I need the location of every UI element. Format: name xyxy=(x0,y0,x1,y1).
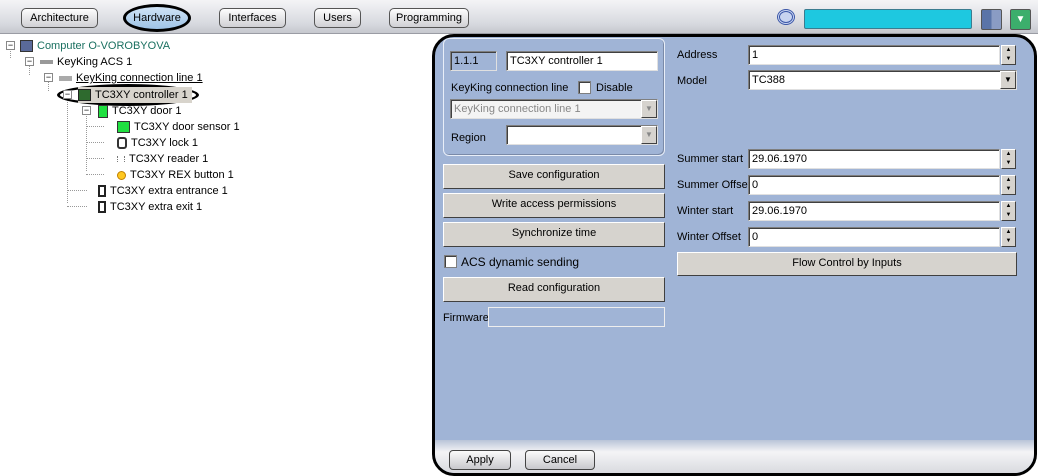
model-select[interactable]: TC388 ▼ xyxy=(748,70,1017,90)
winter-offset-input[interactable]: 0 xyxy=(748,227,1000,247)
tree-node-reader[interactable]: TC3XY reader 1 xyxy=(117,151,208,167)
firmware-field xyxy=(488,307,665,327)
address-input[interactable]: 1 xyxy=(748,45,1000,65)
connection-line-icon xyxy=(59,75,72,81)
top-toolbar: Architecture Hardware Interfaces Users P… xyxy=(0,0,1038,34)
chevron-down-icon[interactable]: ▼ xyxy=(641,100,657,118)
tree-node-lock[interactable]: TC3XY lock 1 xyxy=(117,135,198,151)
tab-hardware[interactable]: Hardware xyxy=(123,4,191,32)
cancel-button[interactable]: Cancel xyxy=(525,450,595,470)
exit-icon xyxy=(98,201,106,214)
connection-line-label: KeyKing connection line xyxy=(451,82,569,94)
acs-dynamic-sending-checkbox[interactable] xyxy=(444,255,457,268)
acs-dynamic-sending-label: ACS dynamic sending xyxy=(461,255,580,269)
tree-node-rex-button[interactable]: TC3XY REX button 1 xyxy=(117,167,234,183)
door-sensor-icon xyxy=(117,121,130,134)
tab-interfaces[interactable]: Interfaces xyxy=(219,8,286,28)
tree-node-door[interactable]: TC3XY door 1 xyxy=(98,103,182,119)
tree-node-extra-entrance[interactable]: TC3XY extra entrance 1 xyxy=(98,183,228,199)
connection-line-select[interactable]: KeyKing connection line 1 ▼ xyxy=(450,99,658,119)
summer-start-input[interactable]: 29.06.1970 xyxy=(748,149,1000,169)
status-bar xyxy=(804,9,972,29)
bottom-bar: Apply Cancel xyxy=(435,440,1034,473)
door-icon xyxy=(98,104,108,118)
tab-programming[interactable]: Programming xyxy=(389,8,469,28)
tree-node-door-sensor[interactable]: TC3XY door sensor 1 xyxy=(117,119,240,135)
chevron-down-icon[interactable]: ▼ xyxy=(1000,71,1016,89)
object-name-field[interactable]: TC3XY controller 1 xyxy=(506,51,658,71)
read-configuration-button[interactable]: Read configuration xyxy=(443,277,665,302)
lock-icon xyxy=(117,137,127,150)
grid-layout-icon[interactable] xyxy=(981,9,1002,30)
disable-label: Disable xyxy=(596,82,633,94)
disable-checkbox[interactable] xyxy=(578,81,591,94)
summer-offset-spinner[interactable]: ▲ ▼ xyxy=(1001,175,1016,195)
reader-icon xyxy=(117,156,125,163)
model-label: Model xyxy=(677,75,707,87)
winter-offset-spinner[interactable]: ▲ ▼ xyxy=(1001,227,1016,247)
winter-offset-label: Winter Offset xyxy=(677,231,741,243)
tab-users[interactable]: Users xyxy=(314,8,361,28)
region-select[interactable]: ▼ xyxy=(506,125,658,145)
region-label: Region xyxy=(451,132,486,144)
chevron-down-icon[interactable]: ▼ xyxy=(641,126,657,144)
entrance-icon xyxy=(98,185,106,198)
spiral-logo-icon xyxy=(777,9,795,25)
winter-start-label: Winter start xyxy=(677,205,734,217)
tree-node-extra-exit[interactable]: TC3XY extra exit 1 xyxy=(98,199,202,215)
summer-offset-input[interactable]: 0 xyxy=(748,175,1000,195)
tree-node-acs[interactable]: KeyKing ACS 1 xyxy=(40,54,132,70)
winter-start-spinner[interactable]: ▲ ▼ xyxy=(1001,201,1016,221)
summer-start-spinner[interactable]: ▲ ▼ xyxy=(1001,149,1016,169)
firmware-label: Firmware xyxy=(443,312,489,324)
tree-node-computer[interactable]: Computer O-VOROBYOVA xyxy=(20,38,170,54)
controller-icon xyxy=(78,89,91,102)
hardware-tree: − Computer O-VOROBYOVA − KeyKing ACS 1 −… xyxy=(0,35,432,476)
tab-architecture[interactable]: Architecture xyxy=(21,8,98,28)
tree-node-controller[interactable]: TC3XY controller 1 xyxy=(78,87,192,103)
controller-settings-panel: 1.1.1 TC3XY controller 1 KeyKing connect… xyxy=(432,34,1037,476)
write-access-permissions-button[interactable]: Write access permissions xyxy=(443,193,665,218)
apply-button[interactable]: Apply xyxy=(449,450,511,470)
synchronize-time-button[interactable]: Synchronize time xyxy=(443,222,665,247)
acs-icon xyxy=(40,60,53,65)
object-id-field: 1.1.1 xyxy=(450,51,497,71)
flow-control-button[interactable]: Flow Control by Inputs xyxy=(677,252,1017,276)
computer-icon xyxy=(20,40,33,53)
address-label: Address xyxy=(677,49,718,61)
winter-start-input[interactable]: 29.06.1970 xyxy=(748,201,1000,221)
save-configuration-button[interactable]: Save configuration xyxy=(443,164,665,189)
address-spinner[interactable]: ▲ ▼ xyxy=(1001,45,1016,65)
summer-offset-label: Summer Offset xyxy=(677,179,751,191)
rex-button-icon xyxy=(117,170,126,180)
summer-start-label: Summer start xyxy=(677,153,744,165)
dropdown-arrow-icon[interactable]: ▼ xyxy=(1010,9,1031,30)
